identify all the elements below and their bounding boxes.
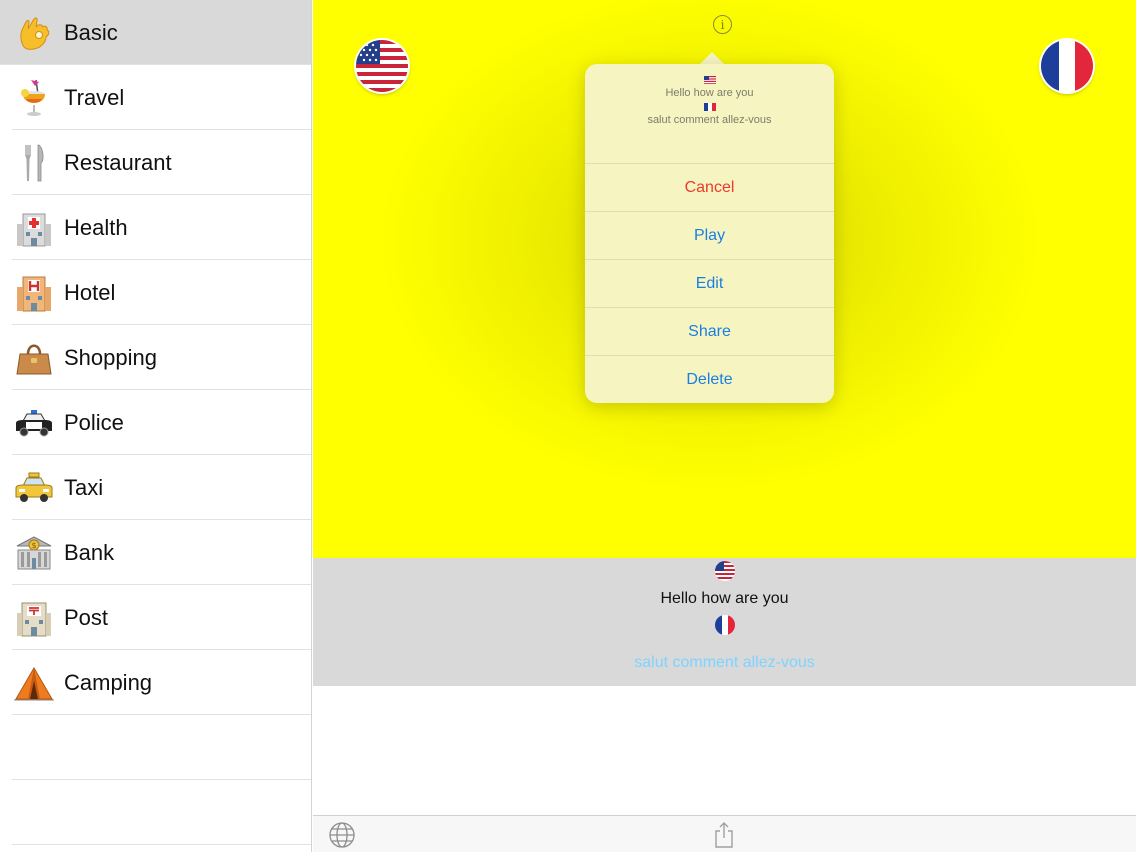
- sidebar-item-hotel[interactable]: Hotel: [0, 260, 311, 325]
- info-button[interactable]: i: [713, 15, 732, 34]
- info-icon: i: [720, 17, 725, 32]
- sidebar-item-taxi[interactable]: Taxi: [0, 455, 311, 520]
- share-button[interactable]: Share: [585, 308, 834, 356]
- police-car-icon: [12, 401, 56, 445]
- popover-target-text: salut comment allez-vous: [647, 114, 772, 126]
- delete-button[interactable]: Delete: [585, 356, 834, 404]
- target-language-button[interactable]: [1041, 40, 1093, 92]
- sidebar-item-label: Basic: [64, 19, 118, 45]
- sidebar-item-camping[interactable]: Camping: [0, 650, 311, 715]
- tropical-drink-icon: [12, 76, 56, 120]
- sidebar-item-post[interactable]: Post: [0, 585, 311, 650]
- source-phrase-text: Hello how are you: [660, 590, 789, 607]
- sidebar-item-health[interactable]: Health: [0, 195, 311, 260]
- sidebar-item-label: Restaurant: [64, 149, 172, 175]
- sidebar-item-label: Police: [64, 409, 124, 435]
- post-office-icon: [12, 596, 56, 640]
- ok-hand-icon: [12, 11, 56, 55]
- tent-icon: [12, 661, 56, 705]
- france-flag-icon: [715, 615, 735, 635]
- sidebar-item-label: Travel: [64, 84, 125, 110]
- sidebar-item-label: Taxi: [64, 474, 104, 500]
- fork-knife-icon: [12, 141, 56, 185]
- play-button[interactable]: Play: [585, 212, 834, 260]
- sidebar-item-shopping[interactable]: Shopping: [0, 325, 311, 390]
- sidebar-item-label: Hotel: [64, 279, 116, 305]
- sidebar-item-label: Camping: [64, 669, 153, 695]
- popover-source-text: Hello how are you: [665, 87, 754, 99]
- translation-panel: Hello how are you salut comment allez-vo…: [313, 558, 1136, 686]
- target-phrase-text[interactable]: salut comment allez-vous: [313, 654, 1136, 672]
- hospital-icon: [12, 206, 56, 250]
- globe-icon: [329, 822, 355, 848]
- empty-area: [313, 686, 1136, 815]
- bottom-toolbar: [313, 815, 1136, 852]
- sidebar-item-label: Health: [64, 214, 128, 240]
- cancel-button[interactable]: Cancel: [585, 164, 834, 212]
- sidebar-item-police[interactable]: Police: [0, 390, 311, 455]
- empty-list-row: [0, 780, 311, 845]
- sidebar-item-basic[interactable]: Basic: [0, 0, 311, 65]
- sidebar-item-restaurant[interactable]: Restaurant: [0, 130, 311, 195]
- empty-list-row: [0, 715, 311, 780]
- share-toolbar-button[interactable]: [713, 821, 735, 849]
- main-panel: i Hello how are you salut comment allez-…: [313, 0, 1136, 852]
- category-sidebar: Basic Travel Restaurant Health Hotel Sho…: [0, 0, 312, 852]
- sidebar-item-bank[interactable]: $ Bank: [0, 520, 311, 585]
- sidebar-item-label: Shopping: [64, 344, 157, 370]
- source-language-button[interactable]: [356, 40, 408, 92]
- sidebar-item-label: Post: [64, 604, 109, 630]
- handbag-icon: [12, 336, 56, 380]
- sidebar-item-travel[interactable]: Travel: [0, 65, 311, 130]
- taxi-icon: [12, 466, 56, 510]
- france-flag-icon: [703, 103, 716, 111]
- hotel-icon: [12, 271, 56, 315]
- edit-button[interactable]: Edit: [585, 260, 834, 308]
- phrase-action-popover: Hello how are you salut comment allez-vo…: [585, 64, 834, 403]
- us-flag-icon: [703, 76, 716, 84]
- sidebar-item-label: Bank: [64, 539, 115, 565]
- us-flag-icon: [356, 40, 408, 92]
- phrase-canvas: i Hello how are you salut comment allez-…: [313, 0, 1136, 558]
- app-root: Basic Travel Restaurant Health Hotel Sho…: [0, 0, 1136, 852]
- popover-header: Hello how are you salut comment allez-vo…: [585, 64, 834, 164]
- us-flag-icon: [715, 561, 735, 581]
- bank-icon: $: [12, 531, 56, 575]
- share-icon: [715, 822, 733, 848]
- france-flag-icon: [1041, 40, 1093, 92]
- language-globe-button[interactable]: [328, 821, 356, 849]
- svg-text:$: $: [31, 541, 36, 550]
